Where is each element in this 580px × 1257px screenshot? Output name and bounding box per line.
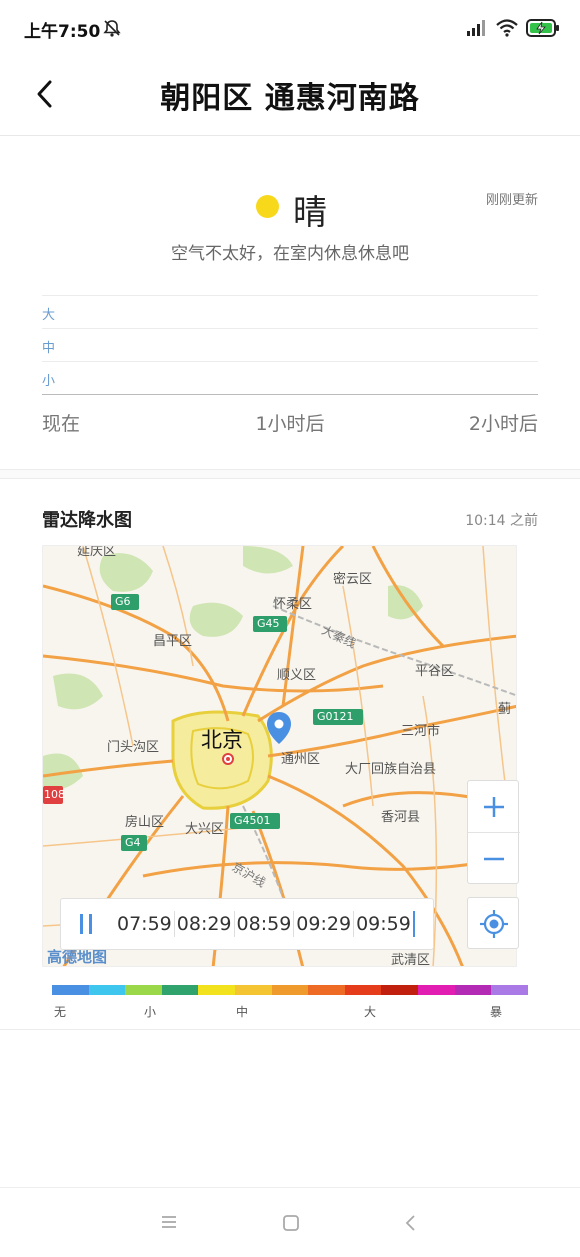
radar-time: 10:14 之前	[465, 513, 538, 529]
intensity-label: 大	[42, 308, 56, 323]
forecast-timeline: 现在 1小时后 2小时后	[42, 409, 538, 435]
zoom-in-button[interactable]	[468, 781, 520, 833]
legend-color-segment	[125, 985, 162, 995]
intensity-row-light: 小	[42, 361, 538, 394]
frame-time[interactable]: 08:29	[175, 911, 235, 937]
map-district-label: 武清区	[391, 953, 431, 967]
legend-label: 暴	[490, 1005, 503, 1019]
map-district-label: 密云区	[333, 572, 373, 587]
legend-color-segment	[381, 985, 419, 995]
weather-summary: 晴 刚刚更新 空气不太好，在室内休息休息吧 大 中 小 现在 1小时后 2小时后	[0, 137, 580, 469]
locate-icon	[480, 910, 508, 938]
railway-label: 大秦线	[319, 622, 359, 651]
system-navbar	[0, 1187, 580, 1257]
radar-title: 雷达降水图	[42, 510, 132, 531]
update-status: 刚刚更新	[485, 193, 538, 208]
map-district-label: 大兴区	[185, 822, 225, 837]
legend-color-segment	[491, 985, 528, 995]
locate-button[interactable]	[467, 897, 519, 949]
zoom-out-button[interactable]	[468, 833, 520, 885]
battery-charging-icon	[526, 19, 560, 41]
legend-color-segment	[271, 985, 309, 995]
weather-condition: 晴	[293, 193, 327, 233]
wifi-icon	[496, 19, 518, 41]
map-district-label: 房山区	[125, 815, 165, 830]
pause-button[interactable]	[61, 899, 111, 949]
legend-label: 大	[364, 1005, 377, 1019]
home-icon[interactable]	[282, 1214, 300, 1236]
map-city-label: 北京	[201, 728, 243, 752]
legend-label: 小	[144, 1005, 157, 1019]
frame-time-current[interactable]: 09:59	[354, 911, 415, 937]
section-divider	[0, 1029, 580, 1030]
map-district-label: 香河县	[381, 810, 421, 825]
intensity-label: 中	[42, 341, 56, 356]
map-district-label: 蓟	[498, 702, 512, 717]
status-bar: 上午7:50	[0, 0, 580, 56]
road-shield-label: G45	[257, 617, 280, 630]
legend-color-segment	[52, 985, 89, 995]
legend-color-segment	[308, 985, 345, 995]
mute-icon	[102, 18, 122, 42]
map-district-label: 昌平区	[153, 634, 193, 649]
legend-color-segment	[418, 985, 455, 995]
frame-list: 07:59 08:29 08:59 09:29 09:59	[115, 899, 415, 949]
plus-icon	[484, 797, 504, 817]
scale-baseline	[42, 394, 538, 395]
intensity-row-medium: 中	[42, 328, 538, 361]
map-district-label: 怀柔区	[273, 597, 313, 612]
railway-label: 京沪线	[229, 859, 268, 890]
timeline-1h: 1小时后	[255, 413, 325, 435]
precipitation-legend	[52, 985, 528, 995]
road-shield-label: G4	[125, 836, 141, 849]
legend-color-segment	[235, 985, 272, 995]
menu-icon[interactable]	[160, 1214, 178, 1234]
sunny-icon	[256, 195, 279, 218]
precipitation-intensity-scale: 大 中 小	[42, 295, 538, 395]
frame-time[interactable]: 07:59	[115, 911, 175, 937]
frame-time[interactable]: 09:29	[294, 911, 355, 937]
map-district-label: 大厂回族自治县	[345, 762, 437, 777]
pause-icon	[80, 914, 92, 934]
frame-time[interactable]: 08:59	[235, 911, 295, 937]
legend-label: 无	[54, 1005, 67, 1019]
zoom-controls	[467, 780, 520, 885]
road-shield-label: G6	[115, 595, 131, 608]
legend-color-segment	[454, 985, 492, 995]
legend-color-segment	[161, 985, 199, 995]
header: 朝阳区 通惠河南路	[0, 56, 580, 136]
section-divider	[0, 469, 580, 479]
map-district-label: 三河市	[401, 724, 441, 739]
intensity-row-heavy: 大	[42, 295, 538, 328]
legend-color-segment	[344, 985, 382, 995]
road-shield-label: G0121	[317, 710, 354, 723]
page-title: 朝阳区 通惠河南路	[160, 81, 420, 116]
map-district-label: 延庆区	[77, 545, 117, 559]
intensity-label: 小	[42, 374, 56, 389]
legend-color-segment	[88, 985, 126, 995]
air-quality-text: 空气不太好，在室内休息休息吧	[171, 244, 409, 264]
signal-icon	[466, 20, 488, 40]
minus-icon	[484, 857, 504, 861]
back-icon[interactable]	[402, 1214, 420, 1236]
road-shield-label: G4501	[234, 814, 271, 827]
legend-label: 中	[236, 1005, 249, 1019]
radar-playback: 07:59 08:29 08:59 09:29 09:59	[60, 898, 434, 950]
map-district-label: 门头沟区	[107, 740, 160, 755]
legend-color-segment	[198, 985, 236, 995]
road-shield-label: 108	[44, 788, 65, 801]
legend-labels: 无 小 中 大 暴	[52, 1003, 528, 1021]
map-district-label: 顺义区	[277, 668, 317, 683]
status-time: 上午7:50	[24, 22, 101, 42]
map-district-label: 平谷区	[415, 664, 455, 679]
map-district-label: 通州区	[281, 752, 321, 767]
timeline-2h: 2小时后	[468, 413, 538, 435]
